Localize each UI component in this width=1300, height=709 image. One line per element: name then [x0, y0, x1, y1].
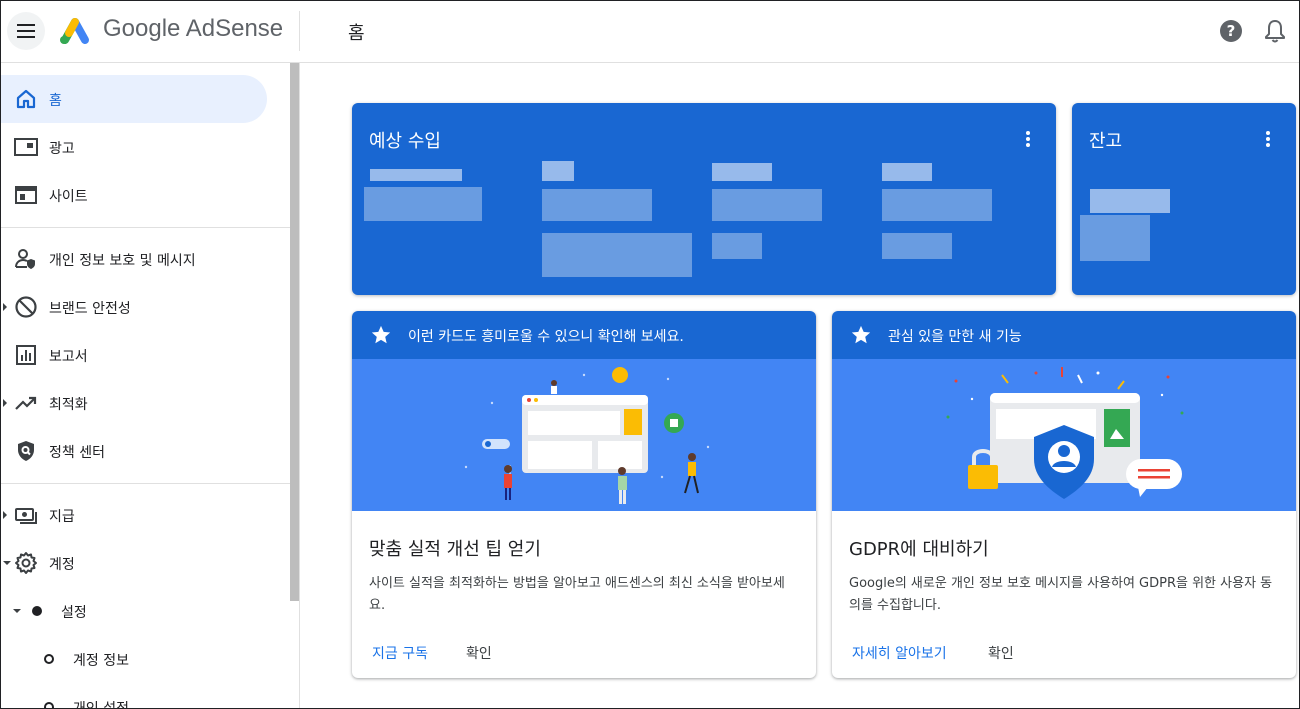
payments-icon: [15, 508, 37, 524]
top-app-bar: Google AdSense 홈 ?: [1, 1, 1299, 63]
privacy-shield-illustration: [946, 367, 1184, 499]
card-header-text: 관심 있을 만한 새 기능: [888, 329, 1022, 345]
expand-caret-icon: [3, 511, 7, 519]
sidebar-item-reports[interactable]: 보고서: [1, 331, 287, 379]
card-title: 예상 수입: [369, 131, 441, 152]
star-icon: [371, 325, 391, 344]
sidebar-item-brand-safety[interactable]: 브랜드 안전성: [1, 283, 287, 331]
sidebar-divider: [1, 227, 290, 228]
page-title: 홈: [348, 23, 365, 44]
svg-text:?: ?: [1227, 22, 1236, 40]
sidebar-item-payments[interactable]: 지급: [1, 491, 287, 539]
sites-icon: [15, 186, 37, 204]
browser-people-illustration: [464, 367, 710, 504]
settings-gear-icon: [15, 552, 37, 574]
sidebar-item-account[interactable]: 계정: [1, 539, 287, 587]
gdpr-feature-card: 관심 있을 만한 새 기능 GDPR에 대비하기 Google의 새로운 개인 …: [832, 311, 1296, 678]
learn-more-link[interactable]: 자세히 알아보기: [852, 643, 947, 663]
card-description: 사이트 실적을 최적화하는 방법을 알아보고 애드센스의 최신 소식을 받아보세…: [369, 576, 785, 613]
bar-chart-icon: [16, 345, 36, 365]
main-content: 예상 수입 잔고 이런 카드도 흥미로울 수 있으니 확인해 보세요. 맞춤 실…: [300, 63, 1299, 708]
sidebar-item-label: 보고서: [49, 349, 88, 365]
notifications-bell-icon[interactable]: [1264, 19, 1286, 43]
sidebar-item-label: 최적화: [49, 397, 88, 413]
gdpr-illustration: [832, 359, 1296, 511]
sidebar-item-label: 정책 센터: [49, 445, 105, 461]
dismiss-button[interactable]: 확인: [988, 643, 1014, 663]
sidebar-divider: [1, 483, 290, 484]
star-icon: [851, 325, 871, 344]
sidebar-item-label: 개인 설정: [73, 701, 129, 709]
header-divider: [299, 11, 300, 51]
help-icon[interactable]: ?: [1219, 19, 1243, 43]
policy-shield-icon: [18, 441, 34, 461]
sidebar-subitem-account-info[interactable]: 계정 정보: [1, 635, 287, 683]
sidebar-item-sites[interactable]: 사이트: [1, 171, 287, 219]
more-options-icon[interactable]: [1266, 131, 1270, 147]
app-window: Google AdSense 홈 ? 홈 광고 사이트 개인 정보 보호 및 메…: [0, 0, 1300, 709]
bullet-ring-icon: [44, 654, 54, 664]
sidebar-item-home[interactable]: 홈: [1, 75, 267, 123]
card-title: 잔고: [1089, 131, 1123, 152]
card-header: 관심 있을 만한 새 기능: [832, 311, 1296, 359]
card-title: GDPR에 대비하기: [849, 539, 989, 560]
collapse-caret-icon: [13, 609, 21, 613]
adsense-logo-icon: [60, 18, 89, 44]
sidebar-scrollbar[interactable]: [290, 63, 299, 601]
subscribe-now-link[interactable]: 지금 구독: [372, 643, 428, 663]
home-icon: [16, 89, 36, 109]
main-menu-button[interactable]: [7, 12, 45, 50]
performance-tips-card: 이런 카드도 흥미로울 수 있으니 확인해 보세요. 맞춤 실적 개선 팁 얻기…: [352, 311, 816, 678]
sidebar-item-label: 계정 정보: [73, 653, 129, 669]
card-header-text: 이런 카드도 흥미로울 수 있으니 확인해 보세요.: [408, 329, 684, 345]
sidebar-item-ads[interactable]: 광고: [1, 123, 287, 171]
sidebar-item-label: 개인 정보 보호 및 메시지: [49, 253, 196, 269]
expand-caret-icon: [3, 303, 7, 311]
block-icon: [15, 296, 37, 318]
card-description: Google의 새로운 개인 정보 보호 메시지를 사용하여 GDPR을 위한 …: [849, 576, 1273, 613]
sidebar-subitem-settings[interactable]: 설정: [1, 587, 287, 635]
sidebar-item-privacy-messaging[interactable]: 개인 정보 보호 및 메시지: [1, 235, 287, 283]
sidebar-item-label: 지급: [49, 509, 75, 525]
card-title: 맞춤 실적 개선 팁 얻기: [369, 539, 541, 560]
sidebar-item-label: 사이트: [49, 189, 88, 205]
estimated-earnings-card: 예상 수입: [352, 103, 1056, 295]
product-name: Google AdSense: [103, 15, 284, 42]
sidebar-subitem-personal-settings[interactable]: 개인 설정: [1, 683, 287, 709]
more-options-icon[interactable]: [1026, 131, 1030, 147]
sidebar-item-label: 홈: [49, 93, 62, 109]
sidebar-item-optimization[interactable]: 최적화: [1, 379, 287, 427]
sidebar-item-policy-center[interactable]: 정책 센터: [1, 427, 287, 475]
sidebar-item-label: 설정: [61, 605, 87, 621]
newsletter-illustration: [352, 359, 816, 511]
ads-icon: [14, 138, 38, 156]
expand-caret-icon: [3, 399, 7, 407]
bullet-filled-icon: [32, 606, 42, 616]
collapse-caret-icon: [3, 561, 11, 565]
side-navigation: 홈 광고 사이트 개인 정보 보호 및 메시지 브랜드 안전성 보고서 최적화 …: [1, 63, 300, 709]
sidebar-item-label: 계정: [49, 557, 75, 573]
sidebar-item-label: 브랜드 안전성: [49, 301, 131, 317]
sidebar-item-label: 광고: [49, 141, 75, 157]
dismiss-button[interactable]: 확인: [466, 643, 492, 663]
card-header: 이런 카드도 흥미로울 수 있으니 확인해 보세요.: [352, 311, 816, 359]
trending-up-icon: [15, 396, 37, 410]
balance-card: 잔고: [1072, 103, 1296, 295]
hamburger-menu-icon: [17, 24, 35, 38]
bullet-ring-icon: [44, 702, 54, 708]
privacy-person-icon: [15, 249, 35, 269]
